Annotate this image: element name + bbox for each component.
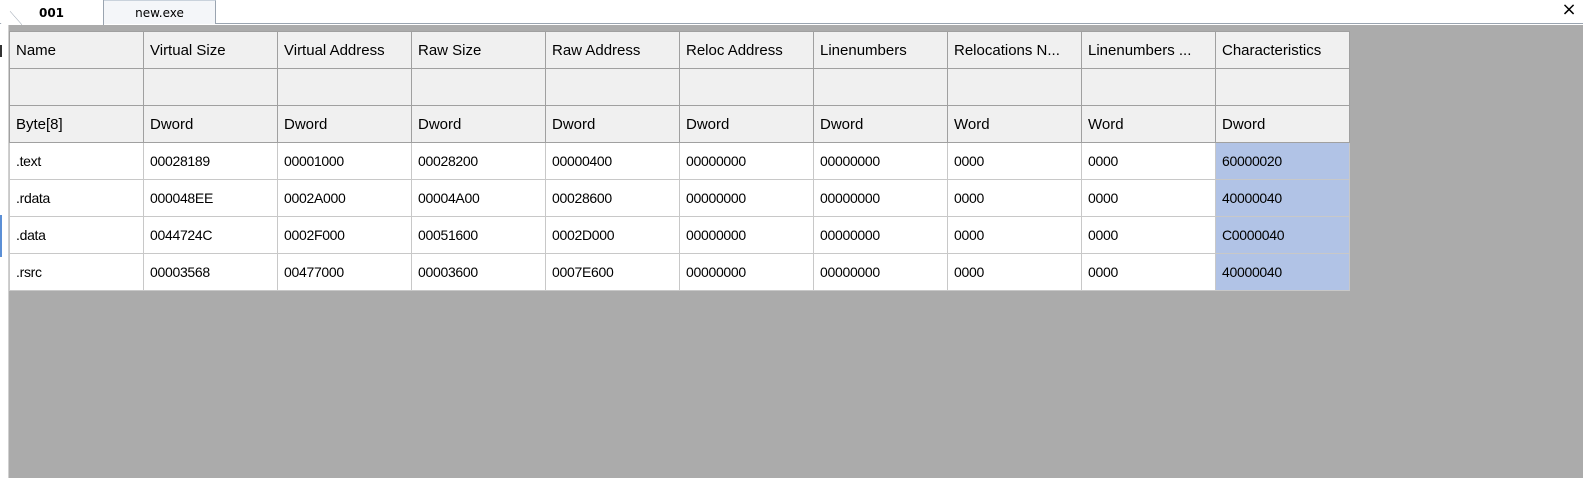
type-cell: Dword — [1215, 105, 1350, 143]
blank-cell — [277, 68, 412, 106]
table-cell[interactable]: 00028189 — [143, 142, 278, 180]
type-cell: Dword — [277, 105, 412, 143]
blank-cell — [1215, 68, 1350, 106]
table-row[interactable]: .text 00028189 00001000 00028200 0000040… — [9, 142, 1350, 180]
table-cell[interactable]: 000048EE — [143, 179, 278, 217]
table-cell-selected[interactable]: C0000040 — [1215, 216, 1350, 254]
table-cell[interactable]: 00028600 — [545, 179, 680, 217]
blank-cell — [1081, 68, 1216, 106]
panel-edge-selection — [0, 215, 2, 257]
blank-cell — [411, 68, 546, 106]
type-cell: Byte[8] — [9, 105, 144, 143]
table-cell[interactable]: .rsrc — [9, 253, 144, 291]
table-cell[interactable]: 0000 — [947, 142, 1082, 180]
type-cell: Dword — [813, 105, 948, 143]
table-cell[interactable]: 00000000 — [679, 253, 814, 291]
table-cell-selected[interactable]: 60000020 — [1215, 142, 1350, 180]
table-cell[interactable]: 00000000 — [679, 216, 814, 254]
column-header[interactable]: Raw Size — [411, 31, 546, 69]
table-cell[interactable]: .text — [9, 142, 144, 180]
blank-header-row — [9, 68, 1350, 106]
close-icon[interactable]: × — [1559, 0, 1579, 22]
table-cell-selected[interactable]: 40000040 — [1215, 253, 1350, 291]
table-cell[interactable]: 00004A00 — [411, 179, 546, 217]
panel-edge-marker — [0, 45, 2, 57]
tab-label: new.exe — [135, 5, 184, 20]
table-row[interactable]: .data 0044724C 0002F000 00051600 0002D00… — [9, 216, 1350, 254]
table-cell[interactable]: 00000000 — [813, 253, 948, 291]
type-cell: Word — [947, 105, 1082, 143]
section-headers-table: Name Virtual Size Virtual Address Raw Si… — [9, 31, 1350, 291]
table-cell[interactable]: 0044724C — [143, 216, 278, 254]
table-cell[interactable]: 0000 — [1081, 142, 1216, 180]
blank-cell — [545, 68, 680, 106]
table-cell[interactable]: 00003568 — [143, 253, 278, 291]
table-cell[interactable]: 00000000 — [679, 142, 814, 180]
tab-label: 001 — [38, 5, 65, 20]
table-cell[interactable]: 00477000 — [277, 253, 412, 291]
table-cell[interactable]: 0002A000 — [277, 179, 412, 217]
table-cell[interactable]: 00003600 — [411, 253, 546, 291]
table-cell[interactable]: 00000000 — [813, 179, 948, 217]
column-header[interactable]: Linenumbers — [813, 31, 948, 69]
table-cell[interactable]: 00000000 — [679, 179, 814, 217]
table-cell-selected[interactable]: 40000040 — [1215, 179, 1350, 217]
tab-new-exe[interactable]: new.exe — [104, 0, 216, 24]
blank-cell — [143, 68, 278, 106]
table-cell[interactable]: 00000000 — [813, 142, 948, 180]
header-row: Name Virtual Size Virtual Address Raw Si… — [9, 31, 1350, 69]
table-cell[interactable]: .data — [9, 216, 144, 254]
column-header[interactable]: Linenumbers ... — [1081, 31, 1216, 69]
table-cell[interactable]: .rdata — [9, 179, 144, 217]
table-cell[interactable]: 00001000 — [277, 142, 412, 180]
blank-cell — [947, 68, 1082, 106]
blank-cell — [9, 68, 144, 106]
type-cell: Word — [1081, 105, 1216, 143]
table-cell[interactable]: 0007E600 — [545, 253, 680, 291]
table-cell[interactable]: 0002F000 — [277, 216, 412, 254]
table-cell[interactable]: 0002D000 — [545, 216, 680, 254]
column-header[interactable]: Characteristics — [1215, 31, 1350, 69]
table-cell[interactable]: 0000 — [1081, 179, 1216, 217]
table-cell[interactable]: 00051600 — [411, 216, 546, 254]
type-cell: Dword — [679, 105, 814, 143]
column-header[interactable]: Reloc Address — [679, 31, 814, 69]
column-header[interactable]: Raw Address — [545, 31, 680, 69]
table-cell[interactable]: 0000 — [1081, 253, 1216, 291]
table-cell[interactable]: 0000 — [1081, 216, 1216, 254]
table-cell[interactable]: 0000 — [947, 179, 1082, 217]
tab-001[interactable]: 001 — [0, 0, 104, 25]
type-cell: Dword — [143, 105, 278, 143]
table-cell[interactable]: 00000400 — [545, 142, 680, 180]
table-cell[interactable]: 00000000 — [813, 216, 948, 254]
column-header[interactable]: Virtual Size — [143, 31, 278, 69]
type-cell: Dword — [545, 105, 680, 143]
table-cell[interactable]: 0000 — [947, 216, 1082, 254]
table-row[interactable]: .rsrc 00003568 00477000 00003600 0007E60… — [9, 253, 1350, 291]
table-cell[interactable]: 0000 — [947, 253, 1082, 291]
type-row: Byte[8] Dword Dword Dword Dword Dword Dw… — [9, 105, 1350, 143]
table-row[interactable]: .rdata 000048EE 0002A000 00004A00 000286… — [9, 179, 1350, 217]
column-header[interactable]: Relocations N... — [947, 31, 1082, 69]
blank-cell — [679, 68, 814, 106]
type-cell: Dword — [411, 105, 546, 143]
blank-cell — [813, 68, 948, 106]
tab-bar: 001 new.exe × — [0, 0, 1583, 25]
column-header[interactable]: Virtual Address — [277, 31, 412, 69]
table-cell[interactable]: 00028200 — [411, 142, 546, 180]
left-panel-edge — [0, 25, 9, 478]
column-header[interactable]: Name — [9, 31, 144, 69]
